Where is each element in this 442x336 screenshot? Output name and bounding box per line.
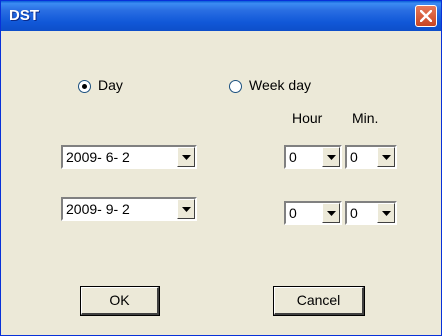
title-bar[interactable]: DST bbox=[1, 1, 441, 31]
start-min-value: 0 bbox=[350, 149, 358, 165]
week-day-radio[interactable] bbox=[229, 80, 242, 93]
end-hour-value: 0 bbox=[289, 205, 297, 221]
chevron-down-icon bbox=[382, 155, 391, 160]
end-min-select[interactable]: 0 bbox=[345, 201, 397, 225]
start-date-picker[interactable]: 2009- 6- 2 bbox=[61, 145, 197, 169]
end-min-value: 0 bbox=[350, 205, 358, 221]
start-min-dropdown-button[interactable] bbox=[377, 147, 395, 167]
end-date-value: 2009- 9- 2 bbox=[66, 201, 130, 217]
chevron-down-icon bbox=[327, 155, 336, 160]
end-date-picker[interactable]: 2009- 9- 2 bbox=[61, 197, 197, 221]
chevron-down-icon bbox=[182, 207, 191, 212]
cancel-button[interactable]: Cancel bbox=[273, 286, 365, 316]
start-min-select[interactable]: 0 bbox=[345, 145, 397, 169]
dst-dialog: DST Day Week day Hour Min. 2009- 6- 2 0 … bbox=[0, 0, 442, 336]
chevron-down-icon bbox=[182, 155, 191, 160]
day-radio[interactable] bbox=[78, 80, 91, 93]
start-date-dropdown-button[interactable] bbox=[177, 147, 195, 167]
end-date-dropdown-button[interactable] bbox=[177, 199, 195, 219]
close-button[interactable] bbox=[415, 5, 437, 27]
end-hour-select[interactable]: 0 bbox=[284, 201, 342, 225]
start-date-value: 2009- 6- 2 bbox=[66, 149, 130, 165]
dialog-title: DST bbox=[9, 7, 39, 24]
end-hour-dropdown-button[interactable] bbox=[322, 203, 340, 223]
week-day-radio-label[interactable]: Week day bbox=[249, 77, 311, 93]
chevron-down-icon bbox=[382, 211, 391, 216]
end-min-dropdown-button[interactable] bbox=[377, 203, 395, 223]
min-header: Min. bbox=[352, 110, 379, 126]
start-hour-value: 0 bbox=[289, 149, 297, 165]
chevron-down-icon bbox=[327, 211, 336, 216]
start-hour-dropdown-button[interactable] bbox=[322, 147, 340, 167]
radio-selected-dot bbox=[82, 84, 87, 89]
close-icon bbox=[420, 10, 432, 22]
ok-button[interactable]: OK bbox=[80, 286, 160, 316]
start-hour-select[interactable]: 0 bbox=[284, 145, 342, 169]
hour-header: Hour bbox=[292, 110, 323, 126]
day-radio-label[interactable]: Day bbox=[98, 77, 123, 93]
